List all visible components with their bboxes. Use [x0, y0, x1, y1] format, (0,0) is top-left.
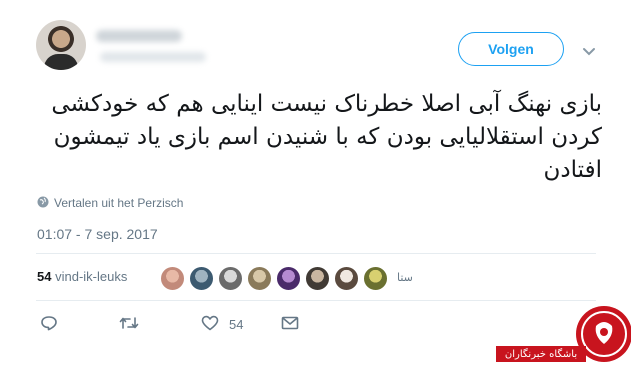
liker-avatar[interactable] — [247, 266, 272, 291]
globe-icon — [37, 196, 49, 211]
likes-summary[interactable]: 54 vind-ik-leuks — [37, 269, 127, 284]
envelope-icon — [281, 316, 299, 333]
liker-name[interactable]: ستا — [397, 271, 413, 284]
heart-icon — [201, 315, 219, 334]
reply-icon — [40, 315, 58, 334]
translate-link[interactable]: Vertalen uit het Perzisch — [37, 195, 183, 211]
liker-avatar[interactable] — [276, 266, 301, 291]
like-button[interactable]: 54 — [201, 313, 243, 335]
likes-label: vind-ik-leuks — [55, 269, 128, 284]
author-name-blurred[interactable] — [96, 24, 206, 68]
like-count: 54 — [229, 316, 244, 332]
tweet-timestamp[interactable]: 01:07 - 7 sep. 2017 — [37, 226, 158, 242]
liker-avatar[interactable] — [218, 266, 243, 291]
liker-avatar[interactable] — [334, 266, 359, 291]
direct-message-button[interactable] — [281, 313, 299, 335]
retweet-icon — [119, 315, 139, 334]
liker-avatar[interactable] — [305, 266, 330, 291]
tweet-text: بازی نهنگ آبی اصلا خطرناک نیست اینایی هم… — [51, 91, 602, 183]
liker-avatar[interactable] — [363, 266, 388, 291]
liker-avatar[interactable] — [160, 266, 185, 291]
reply-button[interactable] — [40, 313, 58, 335]
retweet-button[interactable] — [119, 313, 139, 335]
author-avatar[interactable] — [36, 20, 86, 70]
likers-avatars — [160, 266, 388, 291]
news-agency-logo: باشگاه خبرنگاران — [496, 296, 631, 365]
logo-label: باشگاه خبرنگاران — [496, 346, 586, 362]
likes-count: 54 — [37, 269, 52, 284]
translate-label: Vertalen uit het Perzisch — [54, 196, 184, 210]
liker-avatar[interactable] — [189, 266, 214, 291]
follow-button[interactable]: Volgen — [458, 32, 564, 66]
divider — [36, 253, 596, 254]
chevron-down-icon[interactable] — [582, 44, 596, 56]
